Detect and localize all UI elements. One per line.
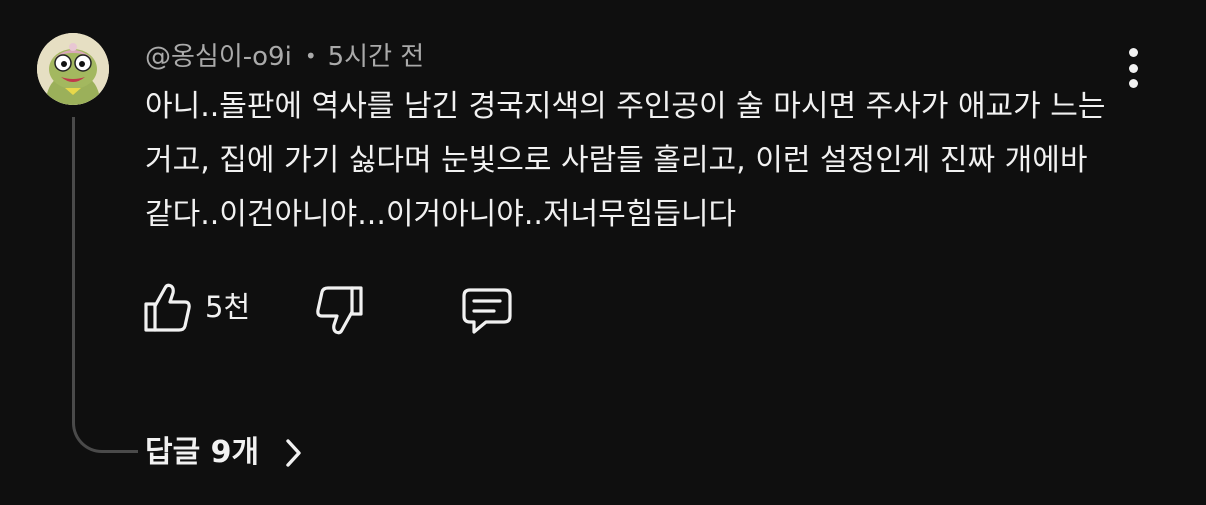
comment-meta: @옹심이-o9i • 5시간 전 bbox=[145, 38, 424, 75]
like-button[interactable] bbox=[143, 282, 193, 334]
comment-text: 아니..돌판에 역사를 남긴 경국지색의 주인공이 술 마시면 주사가 애교가 … bbox=[145, 89, 1106, 232]
chevron-right-icon bbox=[286, 439, 301, 467]
reply-comment-icon bbox=[462, 288, 512, 334]
dislike-button[interactable] bbox=[314, 284, 364, 336]
avatar[interactable] bbox=[37, 33, 109, 105]
thread-line bbox=[72, 117, 138, 453]
more-vert-icon bbox=[1128, 48, 1138, 57]
like-count: 5천 bbox=[205, 290, 251, 324]
replies-label: 답글 9개 bbox=[145, 435, 260, 470]
meta-separator: • bbox=[304, 44, 317, 68]
author-handle[interactable]: @옹심이-o9i bbox=[145, 42, 292, 72]
more-vert-icon-dot bbox=[1128, 63, 1138, 73]
comment-time: 5시간 전 bbox=[327, 42, 425, 72]
frog-character-avatar-icon bbox=[37, 33, 109, 105]
view-replies-button[interactable]: 답글 9개 bbox=[145, 432, 305, 474]
thumb-up-icon bbox=[144, 283, 191, 332]
more-vert-icon-dot bbox=[1128, 79, 1138, 88]
more-options-button[interactable] bbox=[1118, 48, 1148, 88]
thumb-down-icon bbox=[316, 286, 363, 335]
reply-button[interactable] bbox=[460, 286, 514, 336]
